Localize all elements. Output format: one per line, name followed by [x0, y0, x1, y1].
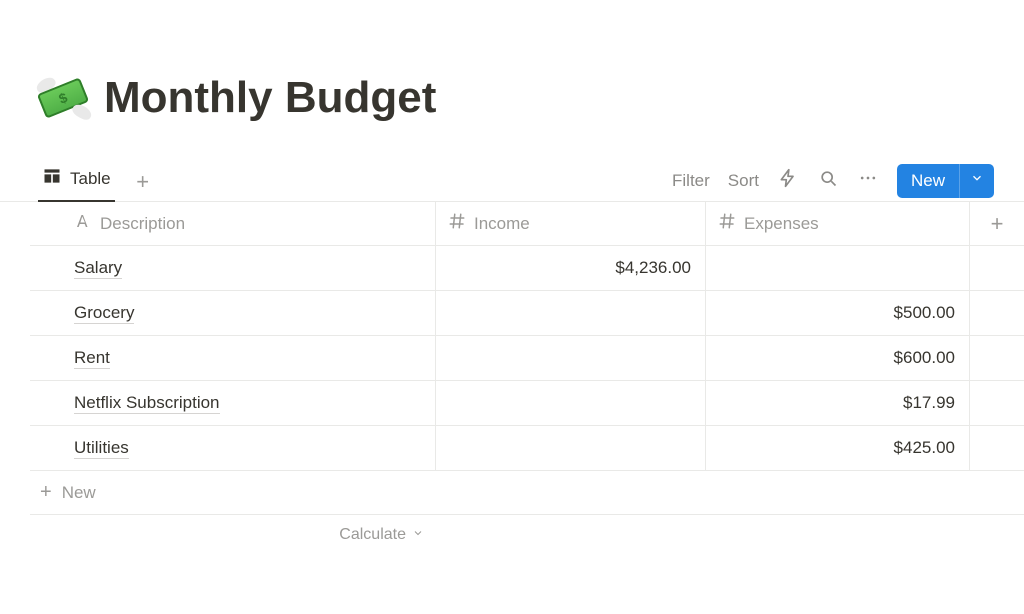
table-row[interactable]: Netflix Subscription $17.99 [30, 381, 1024, 426]
page-title[interactable]: Monthly Budget [104, 73, 436, 123]
add-row-button[interactable]: + New [30, 471, 1024, 515]
cell-income[interactable] [436, 426, 706, 470]
cell-income[interactable]: $4,236.00 [436, 246, 706, 290]
search-icon [818, 168, 838, 193]
plus-icon: + [991, 211, 1004, 237]
add-column-button[interactable]: + [970, 202, 1024, 245]
cell-description[interactable]: Utilities [30, 426, 436, 470]
sort-button[interactable]: Sort [728, 171, 759, 191]
dots-horizontal-icon [858, 168, 878, 193]
database-table: Description Income Expenses + Salary $4,… [0, 202, 1024, 555]
plus-icon: + [136, 169, 149, 195]
chevron-down-icon [412, 526, 424, 544]
bolt-icon [778, 168, 798, 193]
table-row[interactable]: Grocery $500.00 [30, 291, 1024, 336]
column-header-expenses[interactable]: Expenses [706, 202, 970, 245]
column-header-description[interactable]: Description [30, 202, 436, 245]
cell-description[interactable]: Salary [30, 246, 436, 290]
new-button-label: New [897, 171, 959, 191]
calculate-label: Calculate [339, 526, 406, 544]
table-row[interactable]: Utilities $425.00 [30, 426, 1024, 471]
chevron-down-icon [970, 171, 984, 190]
cell-expenses[interactable]: $500.00 [706, 291, 970, 335]
filter-button[interactable]: Filter [672, 171, 710, 191]
table-row[interactable]: Salary $4,236.00 [30, 246, 1024, 291]
tab-table[interactable]: Table [38, 158, 115, 202]
cell-income[interactable] [436, 291, 706, 335]
column-header-income[interactable]: Income [436, 202, 706, 245]
table-header-row: Description Income Expenses + [30, 202, 1024, 246]
cell-income[interactable] [436, 381, 706, 425]
cell-description[interactable]: Grocery [30, 291, 436, 335]
new-button[interactable]: New [897, 164, 994, 198]
text-property-icon [74, 212, 92, 235]
number-property-icon [718, 212, 736, 235]
table-icon [42, 166, 62, 191]
more-button[interactable] [857, 170, 879, 192]
cell-description[interactable]: Rent [30, 336, 436, 380]
column-header-label: Description [100, 214, 185, 234]
number-property-icon [448, 212, 466, 235]
calculate-description[interactable]: Calculate [30, 515, 436, 555]
tab-label: Table [70, 169, 111, 189]
cell-expenses[interactable] [706, 246, 970, 290]
cell-description[interactable]: Netflix Subscription [30, 381, 436, 425]
table-row[interactable]: Rent $600.00 [30, 336, 1024, 381]
cell-expenses[interactable]: $425.00 [706, 426, 970, 470]
automations-button[interactable] [777, 170, 799, 192]
column-header-label: Expenses [744, 214, 819, 234]
column-header-label: Income [474, 214, 530, 234]
cell-expenses[interactable]: $17.99 [706, 381, 970, 425]
page-icon-money-with-wings[interactable] [38, 72, 90, 124]
cell-income[interactable] [436, 336, 706, 380]
cell-expenses[interactable]: $600.00 [706, 336, 970, 380]
new-button-dropdown[interactable] [959, 164, 994, 198]
search-button[interactable] [817, 170, 839, 192]
plus-icon: + [40, 481, 52, 504]
add-row-label: New [62, 483, 96, 503]
add-view-button[interactable]: + [129, 168, 157, 196]
